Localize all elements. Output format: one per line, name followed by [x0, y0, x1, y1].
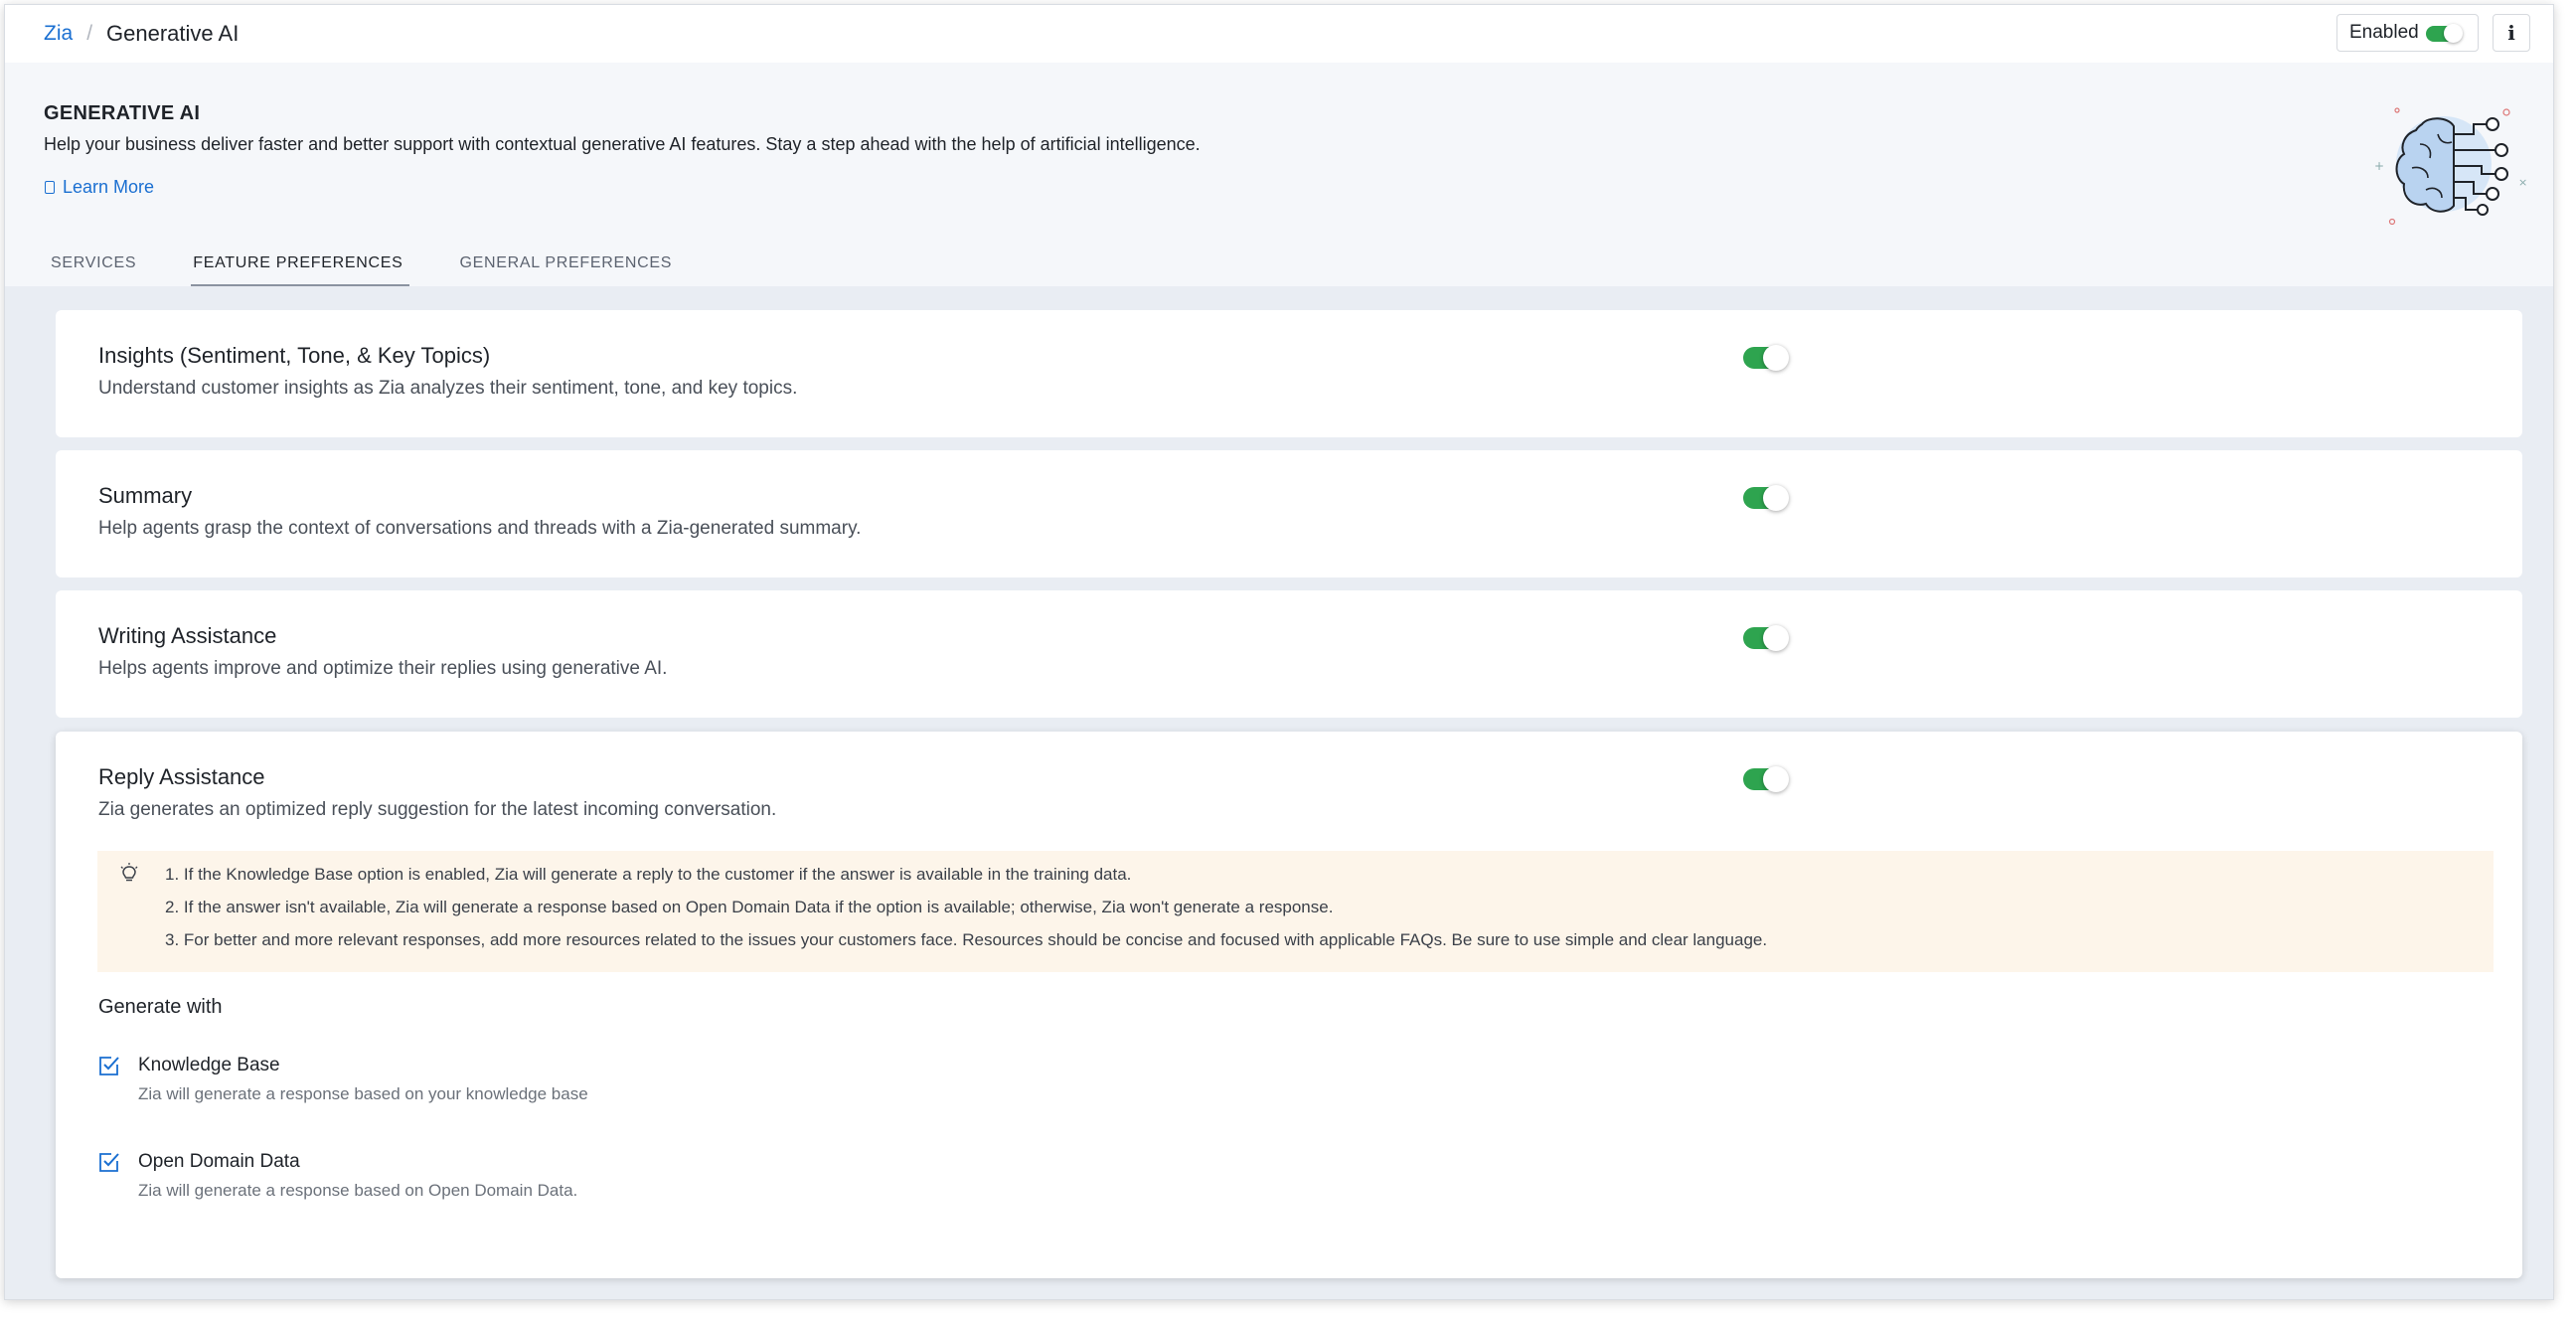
svg-text:+: + [2374, 159, 2384, 173]
info-icon: i [2507, 21, 2515, 45]
svg-text:×: × [2518, 176, 2527, 189]
feature-description: Zia generates an optimized reply suggest… [98, 799, 777, 820]
top-bar: Zia / Generative AI Enabled i [5, 5, 2553, 64]
lightbulb-icon [120, 863, 138, 882]
section-title: GENERATIVE AI [44, 102, 201, 124]
page-title: Generative AI [106, 21, 240, 46]
page-header: GENERATIVE AI Help your business deliver… [5, 63, 2553, 286]
option-description: Zia will generate a response based on yo… [138, 1084, 588, 1103]
feature-card-writing-assistance: Writing Assistance Helps agents improve … [56, 590, 2522, 718]
document-icon [45, 181, 55, 194]
reply-assistance-notes: 1. If the Knowledge Base option is enabl… [97, 851, 2494, 972]
reply-assistance-toggle[interactable] [1743, 766, 1789, 792]
toggle-knob [1763, 766, 1789, 792]
tab-services[interactable]: SERVICES [51, 245, 136, 286]
learn-more-label: Learn More [63, 177, 155, 197]
feature-description: Helps agents improve and optimize their … [98, 658, 668, 679]
knowledge-base-checkbox[interactable] [98, 1055, 120, 1076]
feature-title: Reply Assistance [98, 764, 265, 789]
feature-card-reply-assistance: Reply Assistance Zia generates an optimi… [56, 732, 2522, 1278]
breadcrumb-zia-link[interactable]: Zia [44, 22, 73, 46]
option-label: Knowledge Base [138, 1055, 280, 1075]
enabled-label: Enabled [2349, 22, 2419, 43]
toggle-knob [1763, 485, 1789, 511]
toggle-knob [1763, 345, 1789, 371]
breadcrumb: Zia / Generative AI [44, 21, 239, 47]
app-window: Zia / Generative AI Enabled i GENERATIVE… [4, 4, 2554, 1300]
tab-general-preferences[interactable]: GENERAL PREFERENCES [460, 245, 673, 286]
section-description: Help your business deliver faster and be… [44, 134, 1201, 154]
feature-title: Insights (Sentiment, Tone, & Key Topics) [98, 343, 491, 368]
generate-with-heading: Generate with [98, 996, 223, 1018]
learn-more-link[interactable]: Learn More [45, 177, 154, 198]
insights-toggle[interactable] [1743, 345, 1789, 371]
feature-title: Summary [98, 483, 193, 508]
breadcrumb-separator: / [86, 22, 93, 45]
note-item: 2. If the answer isn't available, Zia wi… [165, 898, 1334, 916]
toggle-knob [2444, 24, 2463, 43]
feature-title: Writing Assistance [98, 623, 277, 648]
option-label: Open Domain Data [138, 1151, 300, 1172]
feature-description: Understand customer insights as Zia anal… [98, 378, 798, 399]
summary-toggle[interactable] [1743, 485, 1789, 511]
ai-brain-illustration: + × [2374, 107, 2527, 226]
writing-assistance-toggle[interactable] [1743, 625, 1789, 651]
note-item: 1. If the Knowledge Base option is enabl… [165, 865, 1132, 884]
toggle-knob [1763, 625, 1789, 651]
option-description: Zia will generate a response based on Op… [138, 1181, 578, 1200]
feature-card-summary: Summary Help agents grasp the context of… [56, 450, 2522, 578]
tab-feature-preferences[interactable]: FEATURE PREFERENCES [191, 245, 409, 286]
enabled-toggle-switch[interactable] [2426, 24, 2463, 43]
enabled-status-toggle[interactable]: Enabled [2336, 14, 2479, 52]
note-item: 3. For better and more relevant response… [165, 930, 1768, 949]
feature-card-insights: Insights (Sentiment, Tone, & Key Topics)… [56, 310, 2522, 437]
feature-description: Help agents grasp the context of convers… [98, 518, 862, 539]
info-button[interactable]: i [2493, 14, 2530, 52]
open-domain-data-checkbox[interactable] [98, 1151, 120, 1173]
tab-bar: SERVICES FEATURE PREFERENCES GENERAL PRE… [31, 245, 728, 286]
